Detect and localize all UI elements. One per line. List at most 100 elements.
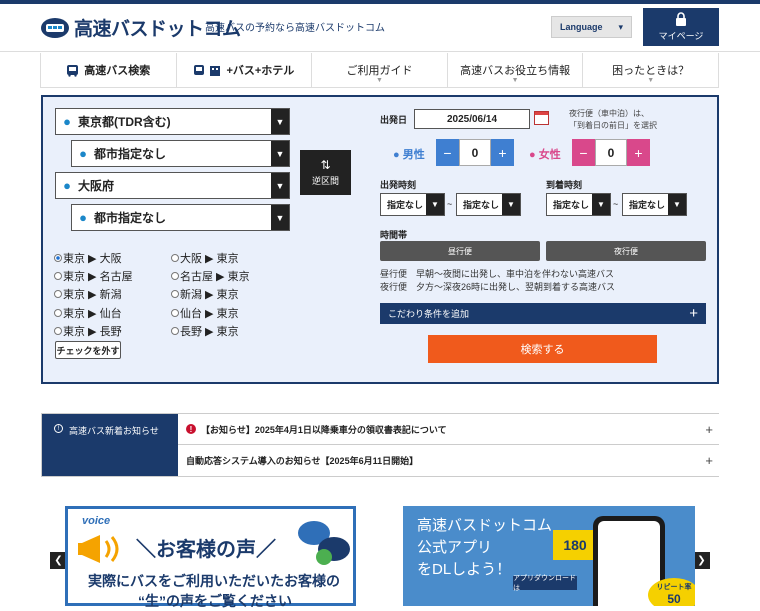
chevron-down-icon: ▼: [668, 194, 686, 215]
to-city-value: 都市指定なし: [94, 211, 167, 225]
departure-date-label: 出発日: [380, 115, 408, 125]
radio-icon: [171, 254, 179, 262]
night-bus-note: 夜行便（車中泊）は、 「到着日の前日」を選択: [569, 108, 657, 132]
route-label: 東京 ▶ 長野: [63, 326, 122, 338]
night-note-line: 「到着日の前日」を選択: [569, 121, 657, 130]
desc-key: 昼行便: [380, 269, 408, 279]
route-option[interactable]: 東京 ▶ 大阪: [54, 250, 122, 266]
route-option[interactable]: 新潟 ▶ 東京: [171, 286, 239, 302]
to-city-select[interactable]: ● 都市指定なし ▼: [71, 204, 290, 231]
voice-text: 実際にバスをご利用いただいたお客様の: [88, 573, 340, 589]
arrival-time-to-select[interactable]: 指定なし ▼: [622, 193, 687, 216]
nav-useful-info[interactable]: 高速バスお役立ち情報 ▼: [448, 53, 584, 87]
bus-icon: [67, 64, 79, 77]
route-option[interactable]: 長野 ▶ 東京: [171, 323, 239, 339]
customer-voice-banner[interactable]: voice ＼お客様の声／ 実際にバスをご利用いただいたお客様の “生”の声をご…: [65, 506, 356, 609]
route-option[interactable]: 仙台 ▶ 東京: [171, 305, 239, 321]
swap-direction-button[interactable]: ⇅ 逆区間: [300, 150, 351, 195]
app-banner-line: 公式アプリ: [417, 539, 493, 556]
search-button[interactable]: 検索する: [428, 335, 657, 363]
nav-bus-hotel[interactable]: +バス+ホテル: [177, 53, 313, 87]
calendar-icon[interactable]: [534, 111, 549, 125]
departure-time-to-select[interactable]: 指定なし ▼: [456, 193, 521, 216]
female-count[interactable]: 0: [595, 139, 627, 166]
radio-icon: [54, 309, 62, 317]
repeat-rate-badge: リピート率 50: [648, 578, 695, 606]
radio-icon: [171, 309, 179, 317]
select-value: 指定なし: [553, 200, 590, 210]
lock-icon: [676, 12, 686, 26]
mypage-button[interactable]: マイページ: [643, 8, 719, 46]
female-label: ● 女性: [529, 146, 561, 162]
departure-time-from-select[interactable]: 指定なし ▼: [380, 193, 445, 216]
news-item-text: 【お知らせ】2025年4月1日以降乗車分の領収書表記について: [201, 424, 447, 435]
voice-title: ＼お客様の声／: [136, 539, 276, 561]
plus-icon: +: [705, 421, 713, 437]
uncheck-button[interactable]: チェックを外す: [55, 341, 121, 359]
voice-title-text: お客様の声: [156, 539, 256, 561]
female-minus-button[interactable]: −: [572, 139, 595, 166]
person-icon: ●: [393, 149, 400, 161]
time-band-label: 時間帯: [380, 230, 408, 240]
nav-help[interactable]: 困ったときは？ ▼: [583, 53, 719, 87]
chevron-down-icon: ▼: [376, 77, 383, 84]
route-label: 大阪 ▶ 東京: [180, 253, 239, 265]
route-option[interactable]: 東京 ▶ 仙台: [54, 305, 122, 321]
language-select[interactable]: Language ▾: [551, 16, 632, 38]
map-pin-icon: ●: [63, 178, 71, 193]
night-bus-button[interactable]: 夜行便: [546, 241, 706, 261]
news-item[interactable]: 自動応答システム導入のお知らせ【2025年6月11日開始】 +: [178, 445, 719, 476]
chevron-down-icon: ▼: [502, 194, 520, 215]
select-value: 指定なし: [387, 200, 424, 210]
male-count[interactable]: 0: [459, 139, 491, 166]
radio-icon: [54, 272, 62, 280]
nav-label: 高速バスお役立ち情報: [460, 65, 571, 77]
chevron-down-icon: ▼: [271, 173, 289, 198]
nav-label: 困ったときは？: [612, 65, 690, 77]
route-label: 長野 ▶ 東京: [180, 326, 239, 338]
radio-icon: [54, 254, 62, 262]
main-nav: 高速バス検索 +バス+ホテル ご利用ガイド ▼ 高速バスお役立ち情報 ▼ 困った…: [40, 53, 719, 88]
arrival-time-from-select[interactable]: 指定なし ▼: [546, 193, 611, 216]
radio-icon: [54, 290, 62, 298]
from-prefecture-value: 東京都(TDR含む): [78, 115, 171, 129]
person-icon: ●: [529, 149, 536, 161]
day-bus-button[interactable]: 昼行便: [380, 241, 540, 261]
from-prefecture-select[interactable]: ● 東京都(TDR含む) ▼: [55, 108, 290, 135]
repeat-rate-label: リピート率: [656, 584, 692, 591]
route-option[interactable]: 東京 ▶ 新潟: [54, 286, 122, 302]
app-download-banner[interactable]: 高速バスドットコム 公式アプリ をDLしよう！ 180 アプリダウンロードは リ…: [403, 506, 695, 606]
radio-icon: [171, 327, 179, 335]
route-option[interactable]: 名古屋 ▶ 東京: [171, 268, 250, 284]
route-option[interactable]: 大阪 ▶ 東京: [171, 250, 239, 266]
male-plus-button[interactable]: +: [491, 139, 514, 166]
news-item[interactable]: ! 【お知らせ】2025年4月1日以降乗車分の領収書表記について +: [178, 414, 719, 445]
from-city-select[interactable]: ● 都市指定なし ▼: [71, 140, 290, 167]
bus-logo-icon: [41, 17, 69, 38]
megaphone-icon: [78, 535, 119, 563]
chevron-down-icon: ▼: [271, 205, 289, 230]
route-label: 名古屋 ▶ 東京: [180, 271, 250, 283]
news-section: ! 高速バス新着お知らせ ! 【お知らせ】2025年4月1日以降乗車分の領収書表…: [41, 413, 719, 477]
route-option[interactable]: 東京 ▶ 名古屋: [54, 268, 133, 284]
nav-guide[interactable]: ご利用ガイド ▼: [312, 53, 448, 87]
route-option[interactable]: 東京 ▶ 長野: [54, 323, 122, 339]
more-conditions-button[interactable]: こだわり条件を追加 +: [380, 303, 706, 324]
more-conditions-label: こだわり条件を追加: [388, 309, 470, 319]
speech-bubbles-icon: [298, 521, 350, 565]
carousel-next-button[interactable]: ❯: [693, 552, 710, 569]
male-minus-button[interactable]: −: [436, 139, 459, 166]
tagline: 高速バスの予約なら高速バスドットコム: [205, 23, 385, 34]
male-label-text: 男性: [402, 149, 425, 161]
map-pin-icon: ●: [79, 146, 87, 161]
route-label: 東京 ▶ 仙台: [63, 308, 122, 320]
select-value: 指定なし: [629, 200, 666, 210]
bus-hotel-icon: [194, 64, 221, 76]
female-plus-button[interactable]: +: [627, 139, 650, 166]
chevron-down-icon: ▼: [271, 109, 289, 134]
departure-date-input[interactable]: 2025/06/14: [414, 109, 530, 129]
to-prefecture-select[interactable]: ● 大阪府 ▼: [55, 172, 290, 199]
nav-bus-search[interactable]: 高速バス検索: [41, 53, 177, 87]
nav-label: 高速バス検索: [84, 65, 151, 77]
voice-tag: voice: [82, 515, 111, 527]
